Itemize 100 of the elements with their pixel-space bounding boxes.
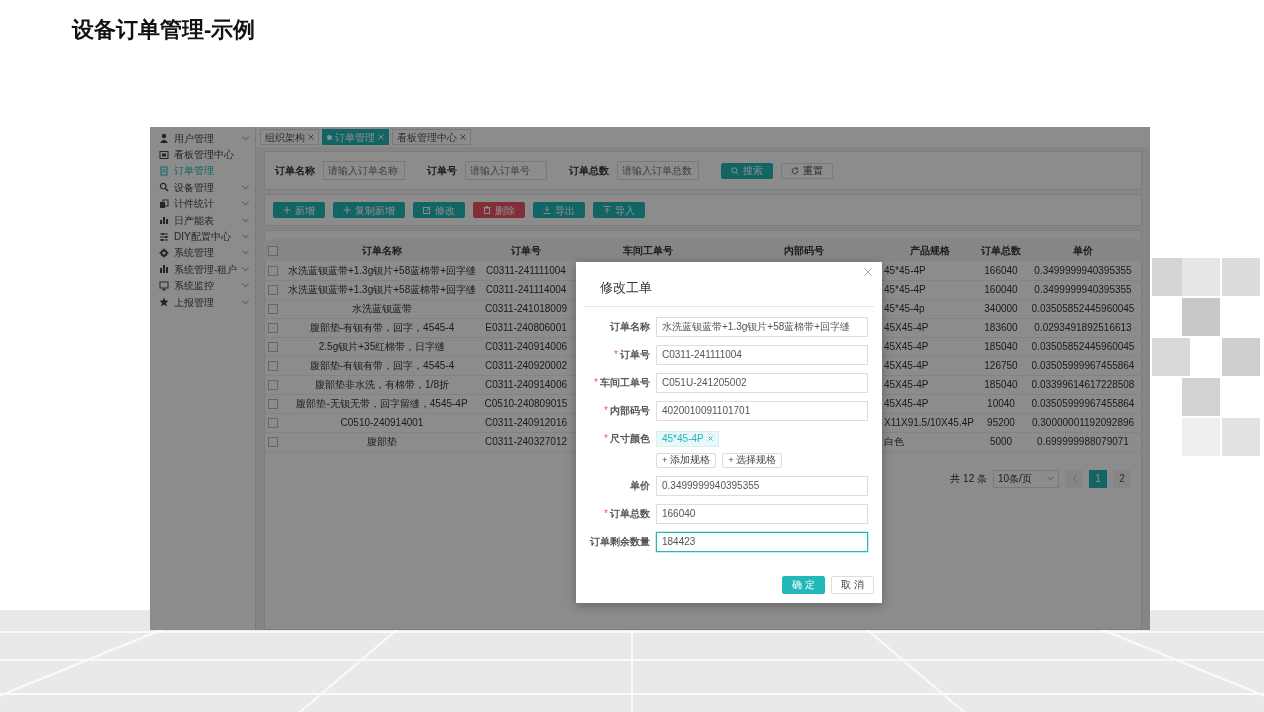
table-cell: C0311-240920002 <box>484 360 568 371</box>
table-cell: 水洗蓝钡蓝带+1.3g钡片+58蓝棉带+回字缝 <box>287 284 477 295</box>
refresh-icon <box>791 166 799 175</box>
column-header: 订单名称 <box>362 244 402 256</box>
cancel-button[interactable]: 取 消 <box>831 575 874 594</box>
table-cell: 126750 <box>984 360 1018 371</box>
monitor-icon <box>159 280 169 291</box>
checkbox[interactable] <box>268 266 278 277</box>
checkbox[interactable] <box>268 437 278 448</box>
plus-icon <box>343 206 351 214</box>
sidebar-item[interactable]: 系统管理-租户 <box>150 261 255 278</box>
search-field[interactable]: 请输入订单名称 <box>323 161 405 180</box>
checkbox[interactable] <box>268 380 278 391</box>
table-cell: 183600 <box>984 322 1018 333</box>
table-cell: 45X45-4P <box>884 379 929 390</box>
table-cell: 腹部垫 <box>367 436 397 447</box>
input-field[interactable]: 4020010091101701 <box>656 400 868 421</box>
sidebar-item[interactable]: 系统管理 <box>150 244 255 262</box>
table-cell: 白色 <box>884 436 904 447</box>
checkbox[interactable] <box>268 245 278 256</box>
table-cell: 腹部垫非水洗，有棉带，1/8折 <box>315 379 449 390</box>
search-field[interactable]: 请输入订单号 <box>465 161 547 180</box>
copy-icon <box>159 198 169 209</box>
close-icon[interactable] <box>864 268 872 276</box>
bar-chart-icon <box>159 264 169 275</box>
input-field[interactable]: C051U-241205002 <box>656 372 868 393</box>
trash-icon <box>483 206 491 214</box>
add-button[interactable]: + 选择规格 <box>722 452 783 468</box>
table-cell: 45X45-4P <box>884 322 929 333</box>
sidebar-item[interactable]: 设备管理 <box>150 179 255 196</box>
confirm-button[interactable]: 确 定 <box>782 575 826 594</box>
table-cell: C0311-241018009 <box>484 303 568 314</box>
table-cell: 95200 <box>987 417 1015 428</box>
sidebar-item[interactable]: 计件统计 <box>150 195 255 212</box>
table-cell: 0.03505999967455864 <box>1031 360 1135 371</box>
checkbox[interactable] <box>268 285 278 296</box>
input-field[interactable]: 0.3499999940395355 <box>656 475 868 496</box>
toolbar-button[interactable]: 删除 <box>473 202 525 218</box>
input-field[interactable]: 184423 <box>656 531 868 552</box>
input-field[interactable]: 水洗蓝钡蓝带+1.3g钡片+58蓝棉带+回字缝 <box>656 316 868 337</box>
input-field[interactable]: C0311-241111004 <box>656 344 868 365</box>
sidebar-item[interactable]: 看板管理中心 <box>150 146 255 163</box>
table-cell: X11X91.5/10X45.4P <box>884 417 974 428</box>
column-header: 订单总数 <box>981 244 1021 256</box>
download-icon <box>543 206 551 214</box>
close-icon[interactable] <box>707 436 713 441</box>
sidebar-item[interactable]: DIY配置中心 <box>150 228 255 245</box>
table-cell: 185040 <box>984 341 1018 352</box>
chevron-down-icon <box>1047 476 1054 481</box>
table-cell: C0510-240809015 <box>484 398 568 409</box>
table-cell: 0.699999988079071 <box>1037 436 1129 447</box>
upload-icon <box>603 206 611 214</box>
table-cell: 160040 <box>984 284 1018 295</box>
checkbox[interactable] <box>268 304 278 315</box>
sidebar-item[interactable]: 日产能表 <box>150 211 255 229</box>
table-cell: C0311-240912016 <box>484 417 568 428</box>
checkbox[interactable] <box>268 399 278 410</box>
tab[interactable]: 看板管理中心 <box>392 129 471 145</box>
sidebar-item[interactable]: 系统监控 <box>150 277 255 294</box>
table-cell: 0.03505999967455864 <box>1031 398 1135 409</box>
search-icon <box>159 182 169 193</box>
checkbox[interactable] <box>268 418 278 429</box>
table-cell: 0.03505852445960045 <box>1031 341 1135 352</box>
column-header: 订单号 <box>511 244 541 256</box>
total-count: 共 12 条 <box>950 472 987 486</box>
field-label: 订单号 <box>427 164 457 178</box>
tab[interactable]: 组织架构 <box>260 129 319 145</box>
table-cell: E0311-240806001 <box>485 322 567 333</box>
table-cell: 10040 <box>987 398 1015 409</box>
table-cell: C0311-240327012 <box>484 436 568 447</box>
reset-button[interactable]: 重置 <box>781 162 833 179</box>
table-cell: 腹部垫-有钡有带，回字，4545-4 <box>309 360 455 371</box>
table-cell: 水洗蓝钡蓝带 <box>352 303 412 314</box>
table-cell: 0.30000001192092896 <box>1031 417 1135 428</box>
sidebar-item[interactable]: 上报管理 <box>150 293 255 311</box>
search-icon <box>731 166 739 175</box>
sidebar-item[interactable]: 用户管理 <box>150 130 255 147</box>
search-field[interactable]: 请输入订单总数 <box>617 161 699 180</box>
field-label: * 订单总数 <box>603 506 651 521</box>
page-button[interactable]: 2 <box>1113 469 1131 488</box>
table-cell: 5000 <box>989 436 1013 447</box>
table-cell: C0311-241111004 <box>486 264 566 276</box>
chevron-left-icon <box>1071 475 1077 482</box>
column-header: 产品规格 <box>910 244 950 256</box>
checkbox[interactable] <box>268 361 278 372</box>
checkbox[interactable] <box>268 323 278 334</box>
field-label: 单价 <box>629 478 651 493</box>
add-button[interactable]: + 添加规格 <box>656 452 717 468</box>
field-label: 订单总数 <box>569 164 609 178</box>
input-field[interactable]: 166040 <box>656 503 868 524</box>
dialog-title: 修改工单 <box>600 280 652 295</box>
table-cell: 45*45-4P <box>884 264 926 276</box>
page-size-select[interactable]: 10条/页 <box>993 469 1059 488</box>
table-cell: 45X45-4P <box>884 398 929 409</box>
checkbox[interactable] <box>268 342 278 353</box>
table-cell: 0.3499999940395355 <box>1034 284 1132 295</box>
table-cell: 185040 <box>984 379 1018 390</box>
previous-page-button[interactable] <box>1065 469 1083 488</box>
close-icon <box>308 134 314 140</box>
edit-icon <box>423 206 431 214</box>
